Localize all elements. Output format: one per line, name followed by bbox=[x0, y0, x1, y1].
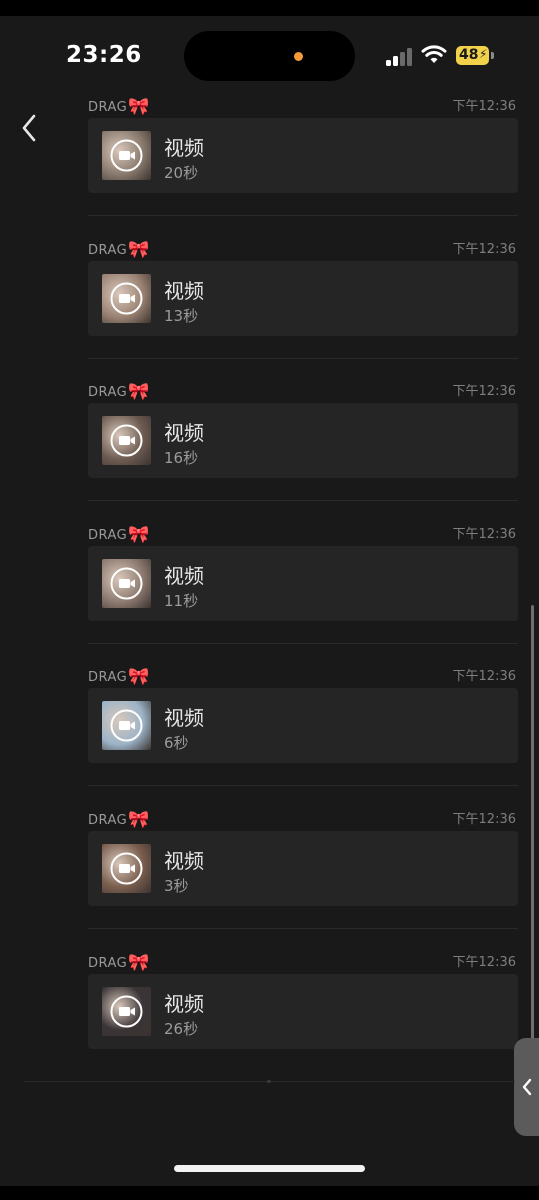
status-time: 23:26 bbox=[66, 42, 142, 68]
back-button[interactable] bbox=[18, 112, 40, 144]
video-duration: 13秒 bbox=[164, 307, 199, 325]
sender-row: DRAG 🎀 bbox=[88, 239, 149, 261]
video-thumbnail[interactable] bbox=[102, 987, 151, 1036]
wifi-icon bbox=[421, 45, 447, 63]
home-indicator[interactable] bbox=[174, 1165, 365, 1172]
video-thumbnail[interactable] bbox=[102, 701, 151, 750]
video-camera-icon bbox=[110, 567, 143, 600]
message-item: DRAG 🎀 下午12:36 视频 11秒 bbox=[88, 524, 518, 667]
message-time: 下午12:36 bbox=[452, 527, 516, 542]
sender-name: DRAG bbox=[88, 527, 128, 543]
ribbon-bow-icon: 🎀 bbox=[128, 97, 150, 117]
video-camera-icon bbox=[110, 995, 143, 1028]
message-time: 下午12:36 bbox=[452, 242, 516, 257]
video-duration: 26秒 bbox=[164, 1020, 199, 1038]
ribbon-bow-icon: 🎀 bbox=[128, 382, 150, 402]
video-thumbnail[interactable] bbox=[102, 131, 151, 180]
ribbon-bow-icon: 🎀 bbox=[128, 240, 150, 260]
dynamic-island bbox=[184, 31, 355, 81]
video-message-bubble[interactable]: 视频 26秒 bbox=[88, 974, 518, 1049]
video-duration: 16秒 bbox=[164, 449, 199, 467]
message-divider bbox=[88, 215, 518, 216]
video-duration: 11秒 bbox=[164, 592, 199, 610]
video-message-bubble[interactable]: 视频 20秒 bbox=[88, 118, 518, 193]
message-divider bbox=[88, 785, 518, 786]
message-time: 下午12:36 bbox=[452, 812, 516, 827]
video-title: 视频 bbox=[164, 849, 204, 873]
video-duration: 6秒 bbox=[164, 734, 189, 752]
sender-row: DRAG 🎀 bbox=[88, 96, 149, 118]
video-message-bubble[interactable]: 视频 11秒 bbox=[88, 546, 518, 621]
message-divider bbox=[88, 928, 518, 929]
ribbon-bow-icon: 🎀 bbox=[128, 525, 150, 545]
ribbon-bow-icon: 🎀 bbox=[128, 667, 150, 687]
message-item: DRAG 🎀 下午12:36 视频 26秒 bbox=[88, 952, 518, 1095]
message-divider bbox=[88, 500, 518, 501]
sender-row: DRAG 🎀 bbox=[88, 952, 149, 974]
sender-row: DRAG 🎀 bbox=[88, 809, 149, 831]
video-title: 视频 bbox=[164, 992, 204, 1016]
sender-name: DRAG bbox=[88, 99, 128, 115]
message-divider bbox=[88, 643, 518, 644]
sender-name: DRAG bbox=[88, 812, 128, 828]
battery-level: 48 bbox=[459, 47, 479, 63]
chevron-left-icon bbox=[522, 1078, 532, 1096]
video-title: 视频 bbox=[164, 564, 204, 588]
side-panel-handle[interactable] bbox=[514, 1038, 539, 1136]
charging-bolt-icon: ⚡ bbox=[479, 47, 488, 61]
video-title: 视频 bbox=[164, 279, 204, 303]
video-message-bubble[interactable]: 视频 16秒 bbox=[88, 403, 518, 478]
video-thumbnail[interactable] bbox=[102, 844, 151, 893]
top-edge bbox=[0, 0, 539, 16]
status-bar: 23:26 48 ⚡ bbox=[0, 16, 539, 96]
sender-row: DRAG 🎀 bbox=[88, 381, 149, 403]
battery-icon: 48 ⚡ bbox=[456, 46, 494, 65]
video-message-bubble[interactable]: 视频 13秒 bbox=[88, 261, 518, 336]
sender-name: DRAG bbox=[88, 384, 128, 400]
video-title: 视频 bbox=[164, 706, 204, 730]
video-camera-icon bbox=[110, 424, 143, 457]
recording-indicator-dot bbox=[294, 52, 303, 61]
video-camera-icon bbox=[110, 709, 143, 742]
message-time: 下午12:36 bbox=[452, 384, 516, 399]
message-item: DRAG 🎀 下午12:36 视频 13秒 bbox=[88, 239, 518, 382]
message-time: 下午12:36 bbox=[452, 669, 516, 684]
message-item: DRAG 🎀 下午12:36 视频 16秒 bbox=[88, 381, 518, 524]
video-thumbnail[interactable] bbox=[102, 559, 151, 608]
video-title: 视频 bbox=[164, 421, 204, 445]
message-item: DRAG 🎀 下午12:36 视频 20秒 bbox=[88, 96, 518, 239]
message-time: 下午12:36 bbox=[452, 955, 516, 970]
video-thumbnail[interactable] bbox=[102, 416, 151, 465]
message-time: 下午12:36 bbox=[452, 99, 516, 114]
sender-row: DRAG 🎀 bbox=[88, 524, 149, 546]
end-marker bbox=[267, 1080, 271, 1083]
sender-row: DRAG 🎀 bbox=[88, 666, 149, 688]
video-duration: 20秒 bbox=[164, 164, 199, 182]
sender-name: DRAG bbox=[88, 669, 128, 685]
video-camera-icon bbox=[110, 852, 143, 885]
sender-name: DRAG bbox=[88, 242, 128, 258]
scrollbar[interactable] bbox=[531, 605, 534, 1075]
bottom-edge bbox=[0, 1186, 539, 1200]
sender-name: DRAG bbox=[88, 955, 128, 971]
message-item: DRAG 🎀 下午12:36 视频 6秒 bbox=[88, 666, 518, 809]
video-title: 视频 bbox=[164, 136, 204, 160]
video-duration: 3秒 bbox=[164, 877, 189, 895]
ribbon-bow-icon: 🎀 bbox=[128, 953, 150, 973]
video-message-bubble[interactable]: 视频 6秒 bbox=[88, 688, 518, 763]
video-camera-icon bbox=[110, 282, 143, 315]
message-divider bbox=[88, 358, 518, 359]
video-message-bubble[interactable]: 视频 3秒 bbox=[88, 831, 518, 906]
message-item: DRAG 🎀 下午12:36 视频 3秒 bbox=[88, 809, 518, 952]
ribbon-bow-icon: 🎀 bbox=[128, 810, 150, 830]
cellular-signal-icon bbox=[386, 48, 414, 66]
video-thumbnail[interactable] bbox=[102, 274, 151, 323]
video-camera-icon bbox=[110, 139, 143, 172]
